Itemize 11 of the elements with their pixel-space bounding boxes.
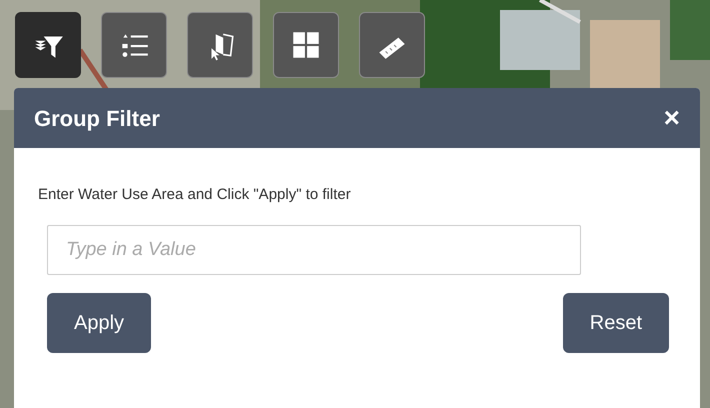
toolbar-button[interactable] <box>15 12 81 78</box>
apply-button[interactable]: Apply <box>47 293 152 353</box>
close-button[interactable]: × <box>664 104 680 132</box>
instruction-text: Enter Water Use Area and Click "Apply" to filter <box>38 185 351 205</box>
panel-title: Group Filter <box>34 104 160 133</box>
reset-button[interactable]: Reset <box>562 293 669 353</box>
toolbar-button[interactable] <box>273 12 339 78</box>
toolbar-button[interactable] <box>359 12 425 78</box>
toolbar-button[interactable] <box>187 12 253 78</box>
toolbar-button[interactable] <box>101 12 167 78</box>
value-input[interactable]: Type in a Value <box>47 225 581 275</box>
